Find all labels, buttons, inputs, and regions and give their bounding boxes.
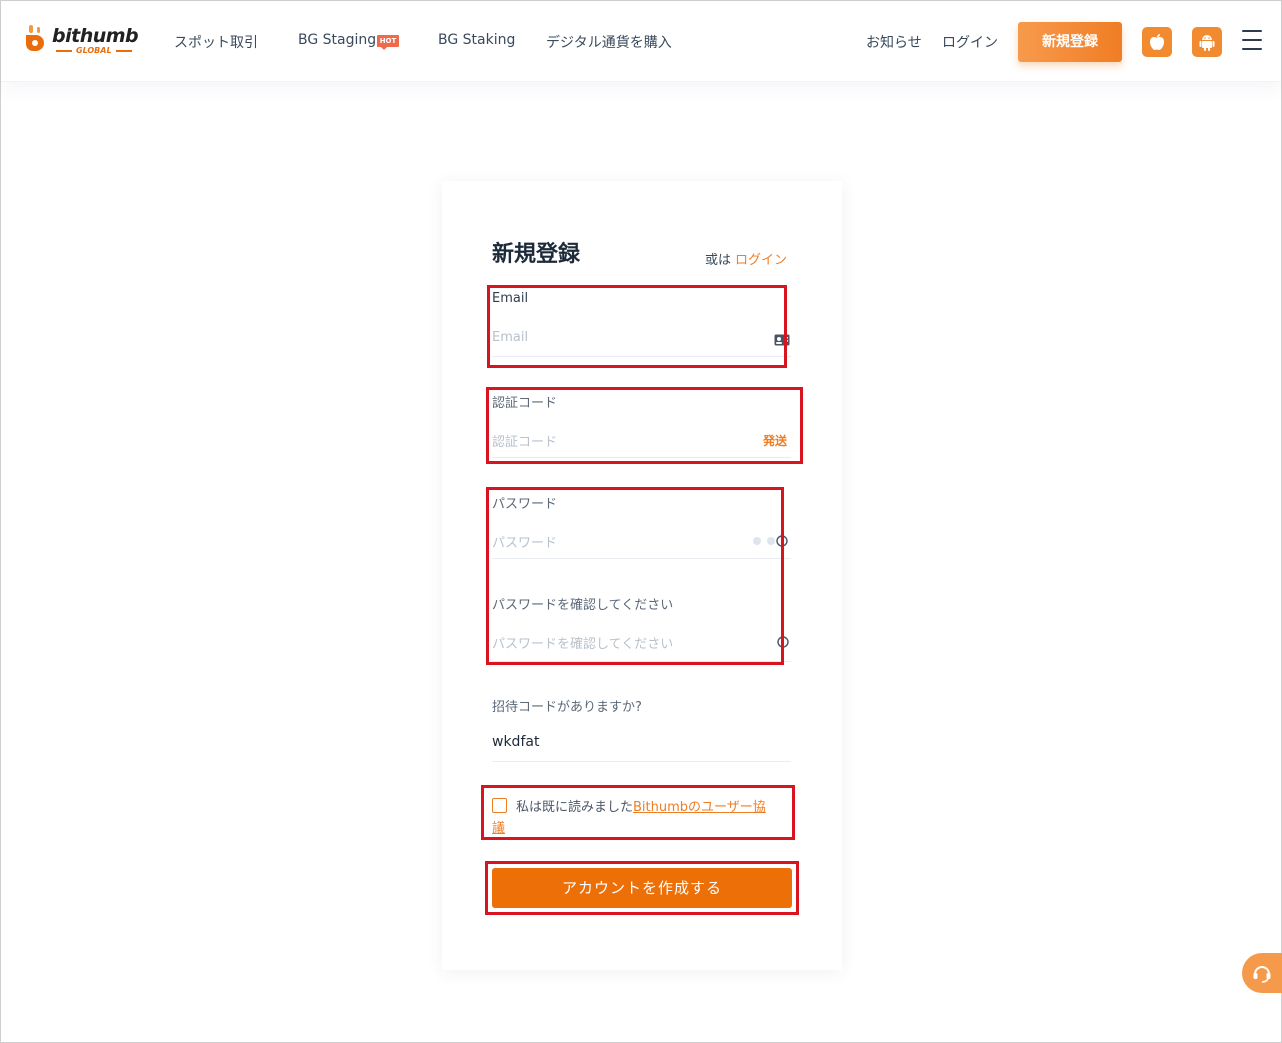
support-chat-button[interactable] — [1242, 953, 1282, 993]
login-prompt: 或は ログイン — [705, 249, 787, 268]
or-text: 或は — [705, 253, 732, 268]
register-button[interactable]: 新規登録 — [1018, 22, 1122, 62]
invite-label: 招待コードがありますか? — [492, 700, 642, 715]
bithumb-logo[interactable]: bithumb GLOBAL — [23, 25, 139, 57]
password-field[interactable]: パスワード — [492, 532, 557, 551]
agree-checkbox[interactable] — [492, 798, 507, 813]
nav-login[interactable]: ログイン — [942, 32, 998, 52]
password-label: パスワード — [492, 497, 558, 512]
page-title: 新規登録 — [492, 242, 581, 267]
email-field[interactable]: Email — [492, 330, 528, 345]
invite-underline — [492, 761, 791, 762]
code-field[interactable]: 認証コード — [492, 431, 557, 450]
headset-icon — [1253, 966, 1271, 983]
password-toggle-icon[interactable] — [751, 533, 791, 547]
nav-bg-staking[interactable]: BG Staking — [438, 32, 515, 48]
bithumb-logo-icon — [23, 25, 47, 57]
confirm-underline — [492, 661, 791, 662]
code-label: 認証コード — [492, 396, 558, 411]
logo-word: bithumb — [52, 25, 139, 47]
email-underline — [492, 356, 791, 357]
confirm-toggle-icon[interactable] — [776, 634, 790, 648]
invite-code-field[interactable]: wkdfat — [492, 734, 539, 750]
logo-sub: GLOBAL — [76, 46, 112, 55]
email-label: Email — [492, 291, 529, 306]
nav-bg-staging[interactable]: BG Staging — [298, 32, 376, 48]
agree-text: 私は既に読みましたBithumbのユーザー協 — [516, 796, 766, 815]
hot-badge: HOT — [377, 35, 399, 50]
send-code-button[interactable]: 発送 — [763, 432, 787, 449]
top-navbar: bithumb GLOBAL スポット取引 BG Staging HOT BG … — [1, 1, 1281, 82]
code-underline — [492, 457, 791, 458]
confirm-password-label: パスワードを確認してください — [492, 598, 674, 613]
nav-spot-trading[interactable]: スポット取引 — [174, 32, 258, 52]
contact-card-icon — [774, 331, 790, 346]
menu-icon[interactable] — [1242, 30, 1262, 52]
create-account-button[interactable]: アカウントを作成する — [492, 868, 792, 908]
confirm-password-field[interactable]: パスワードを確認してください — [492, 633, 673, 652]
user-agreement-link[interactable]: Bithumbのユーザー協 — [633, 800, 766, 815]
nav-buy-crypto[interactable]: デジタル通貨を購入 — [546, 32, 672, 52]
apple-icon[interactable] — [1142, 27, 1172, 57]
login-link[interactable]: ログイン — [735, 253, 787, 268]
agree-prefix: 私は既に読みました — [516, 800, 634, 815]
password-underline — [492, 558, 791, 559]
android-icon[interactable] — [1192, 27, 1222, 57]
user-agreement-link-cont[interactable]: 議 — [492, 817, 505, 836]
nav-notice[interactable]: お知らせ — [866, 32, 922, 52]
